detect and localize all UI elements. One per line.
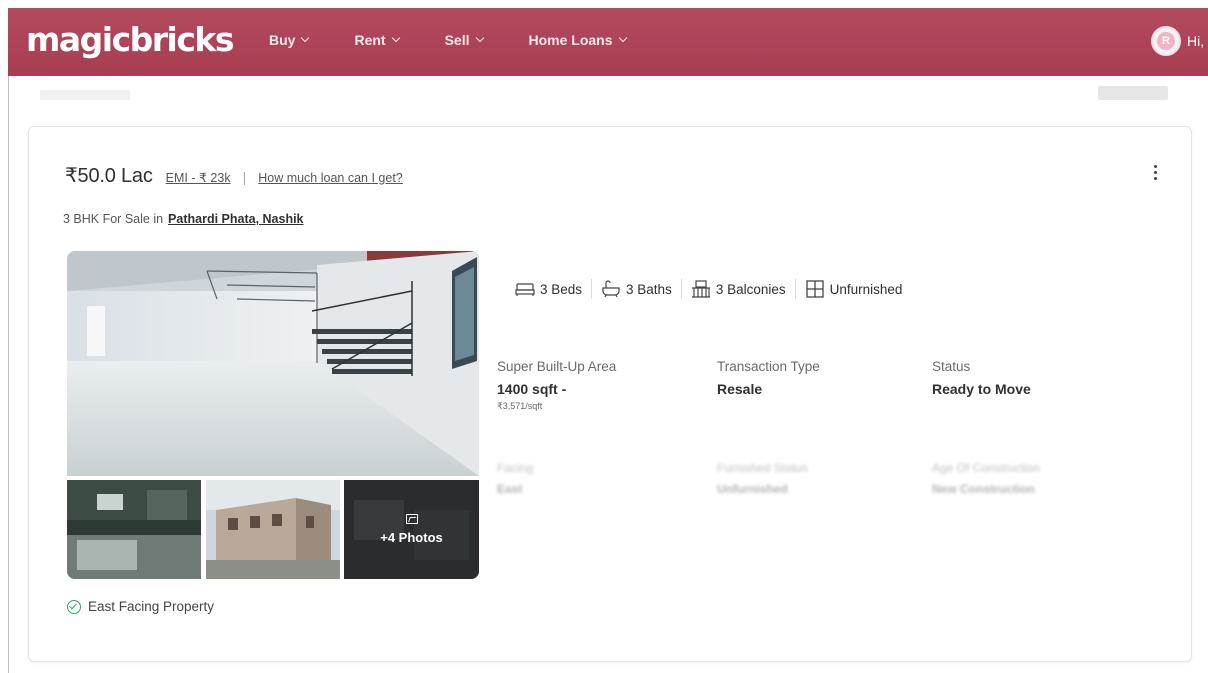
user-greeting: Hi,	[1187, 33, 1205, 49]
amenity-beds: 3 Beds	[515, 281, 582, 297]
facing-label: Facing	[497, 461, 534, 475]
listing-title: 3 BHK For Sale in Pathardi Phata, Nashik	[63, 212, 304, 226]
loan-eligibility-link[interactable]: How much loan can I get?	[258, 171, 403, 185]
facing-badge: East Facing Property	[67, 599, 214, 614]
status-value: Ready to Move	[932, 381, 1031, 397]
nav-buy[interactable]: Buy	[269, 32, 310, 48]
area-value: 1400 sqft -	[497, 381, 567, 397]
blurred-summary-age: Age Of Construction New Construction	[932, 461, 1040, 496]
nav-rent-label: Rent	[354, 32, 386, 48]
magicbricks-logo[interactable]: magicbricks	[26, 20, 235, 59]
nav-rent[interactable]: Rent	[354, 32, 400, 48]
age-label: Age Of Construction	[932, 461, 1041, 475]
background-page-text	[40, 90, 130, 100]
nav-sell[interactable]: Sell	[444, 32, 484, 48]
divider	[591, 279, 593, 299]
nav-buy-label: Buy	[269, 32, 296, 48]
transaction-label: Transaction Type	[717, 359, 820, 374]
window-icon	[805, 280, 824, 298]
gallery-thumbnail[interactable]	[206, 480, 340, 579]
divider: |	[242, 169, 247, 185]
amenity-furnishing-label: Unfurnished	[829, 281, 903, 297]
background-page-text	[1098, 86, 1168, 100]
check-circle-icon	[67, 599, 81, 614]
top-navigation-bar: magicbricks Buy Rent Sell Home Loans R H…	[8, 8, 1208, 76]
summary-transaction: Transaction Type Resale	[717, 359, 820, 397]
more-photos-overlay: +4 Photos	[344, 480, 479, 579]
user-menu[interactable]: R Hi,	[1151, 26, 1204, 56]
amenity-baths-label: 3 Baths	[626, 281, 672, 297]
page-frame-edge	[8, 76, 9, 673]
amenity-balconies-label: 3 Balconies	[715, 281, 786, 297]
facing-badge-label: East Facing Property	[88, 599, 215, 614]
amenity-baths: 3 Baths	[601, 280, 672, 298]
main-nav: Buy Rent Sell Home Loans	[269, 32, 672, 48]
balcony-icon	[691, 280, 710, 298]
nav-home-loans-label: Home Loans	[528, 32, 613, 48]
more-photos-tile[interactable]: +4 Photos	[344, 480, 479, 579]
divider	[794, 279, 796, 299]
amenities-row: 3 Beds 3 Baths 3 Balconies Unfurnished	[515, 279, 902, 299]
more-options-icon[interactable]	[1150, 165, 1160, 183]
price-row: ₹50.0 Lac EMI - ₹ 23k | How much loan ca…	[65, 163, 403, 188]
gallery-icon	[405, 514, 418, 524]
bed-icon	[515, 283, 535, 296]
area-label: Super Built-Up Area	[497, 359, 617, 374]
property-price: ₹50.0 Lac	[65, 165, 153, 187]
summary-status: Status Ready to Move	[932, 359, 1031, 397]
amenity-beds-label: 3 Beds	[540, 281, 583, 297]
facing-value: East	[497, 482, 523, 496]
age-value: New Construction	[932, 482, 1035, 496]
status-label: Status	[932, 359, 971, 374]
divider	[680, 279, 682, 299]
location-link[interactable]: Pathardi Phata, Nashik	[168, 212, 303, 226]
furnishing-label: Furnished Status	[717, 461, 808, 475]
chevron-down-icon	[391, 33, 400, 43]
summary-area: Super Built-Up Area 1400 sqft - ₹3,571/s…	[497, 359, 616, 412]
chevron-down-icon	[301, 33, 310, 43]
bath-icon	[602, 280, 620, 298]
listing-type: 3 BHK For Sale in	[63, 212, 164, 226]
furnishing-value: Unfurnished	[717, 482, 788, 496]
blurred-summary-furnishing: Furnished Status Unfurnished	[717, 461, 808, 496]
main-property-photo[interactable]	[67, 251, 479, 476]
gallery-thumbnail[interactable]	[67, 480, 201, 579]
transaction-value: Resale	[717, 381, 763, 397]
avatar[interactable]: R	[1151, 26, 1181, 56]
blurred-summary-facing: Facing East	[497, 461, 533, 496]
more-photos-label: +4 Photos	[380, 530, 443, 545]
emi-link[interactable]: EMI - ₹ 23k	[166, 170, 231, 185]
nav-home-loans[interactable]: Home Loans	[528, 32, 627, 48]
avatar-initial: R	[1157, 32, 1175, 50]
property-listing-card: ₹50.0 Lac EMI - ₹ 23k | How much loan ca…	[28, 126, 1192, 662]
chevron-down-icon	[475, 33, 484, 43]
amenity-balconies: 3 Balconies	[691, 280, 786, 298]
nav-sell-label: Sell	[444, 32, 470, 48]
price-per-sqft: ₹3,571/sqft	[497, 401, 543, 411]
amenity-furnishing: Unfurnished	[805, 280, 903, 298]
chevron-down-icon	[618, 33, 627, 43]
